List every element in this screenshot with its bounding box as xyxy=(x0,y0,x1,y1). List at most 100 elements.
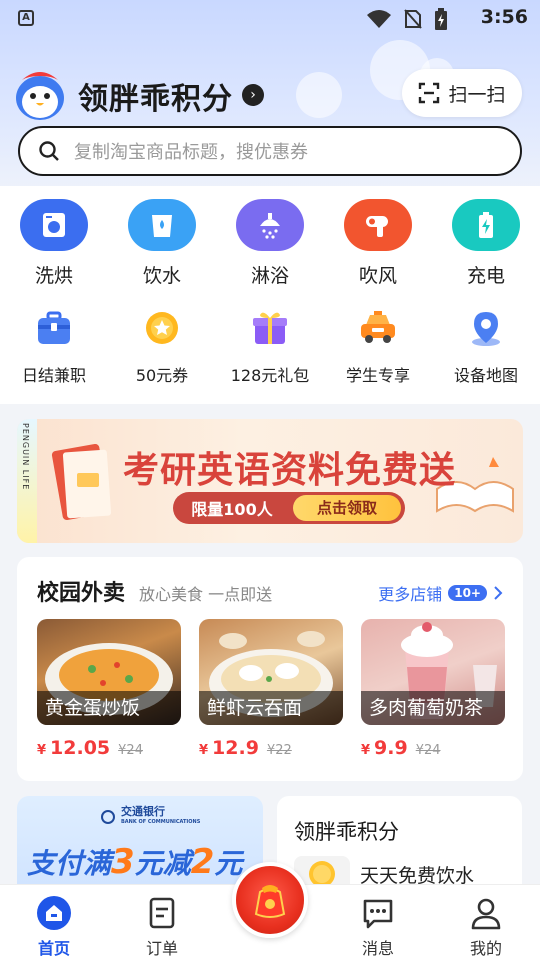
water-cup-icon xyxy=(128,199,196,251)
campus-takeout-card: 校园外卖 放心美食 一点即送 更多店铺 10+ 黄金蛋炒饭 ¥12.05 ¥24 … xyxy=(17,557,523,781)
shortcut-label: 学生专享 xyxy=(345,366,410,385)
points-card[interactable]: 领胖乖积分 天天免费饮水 xyxy=(277,796,522,896)
service-grid: 洗烘 饮水 淋浴 吹风 充电 xyxy=(0,199,540,288)
home-icon xyxy=(37,896,71,930)
promo-text: 支付满3元减2元 xyxy=(27,842,243,882)
points-card-title: 领胖乖积分 xyxy=(294,820,399,844)
coupon-medal-icon xyxy=(142,308,182,348)
service-label: 饮水 xyxy=(142,265,181,287)
shortcut-part-time[interactable]: 日结兼职 xyxy=(0,308,108,386)
banner-cta[interactable]: 限量100人 点击领取 xyxy=(173,492,405,524)
no-sim-icon xyxy=(404,9,422,29)
message-icon xyxy=(363,899,393,929)
food-price: 9.9 xyxy=(374,737,408,759)
app-indicator-icon: A xyxy=(18,10,34,26)
service-label: 淋浴 xyxy=(250,265,289,287)
currency-symbol: ¥ xyxy=(361,743,371,758)
promo-banner[interactable]: PENGUIN LIFE 考研英语资料免费送 限量100人 点击领取 xyxy=(17,419,523,543)
service-hair-dryer[interactable]: 吹风 xyxy=(324,199,432,288)
banner-side-strip: PENGUIN LIFE xyxy=(17,419,37,543)
taxi-icon xyxy=(358,308,398,348)
tab-label: 首页 xyxy=(37,939,70,958)
tab-home[interactable]: 首页 xyxy=(14,895,94,959)
shortcut-label: 日结兼职 xyxy=(21,366,86,385)
wifi-icon xyxy=(367,10,391,28)
app-title[interactable]: 领胖乖积分 xyxy=(78,74,233,118)
service-label: 洗烘 xyxy=(34,265,73,287)
shortcut-grid: 日结兼职 50元券 128元礼包 学生专享 设备地图 xyxy=(0,308,540,386)
bank-logo: 交通银行 BANK OF COMMUNICATIONS xyxy=(101,806,200,828)
tab-profile[interactable]: 我的 xyxy=(446,895,526,959)
food-price: 12.9 xyxy=(212,737,259,759)
service-water[interactable]: 饮水 xyxy=(108,199,216,288)
original-price: ¥24 xyxy=(118,743,143,758)
briefcase-icon xyxy=(34,308,74,348)
bank-name: 交通银行 xyxy=(121,805,165,818)
scan-button[interactable]: 扫一扫 xyxy=(402,69,522,117)
service-shower[interactable]: 淋浴 xyxy=(216,199,324,288)
more-stores-label: 更多店铺 xyxy=(378,585,443,604)
wonton-noodle-image: 鲜虾云吞面 xyxy=(199,619,343,725)
scan-icon xyxy=(419,82,440,104)
lucky-bag-icon xyxy=(254,885,286,918)
section-subtitle: 放心美食 一点即送 xyxy=(139,585,273,604)
chevron-right-icon[interactable]: › xyxy=(242,84,264,106)
original-price: ¥22 xyxy=(266,743,292,758)
search-placeholder: 复制淘宝商品标题，搜优惠券 xyxy=(74,142,308,163)
food-item[interactable]: 多肉葡萄奶茶 ¥9.9 ¥24 xyxy=(361,619,505,759)
shortcut-device-map[interactable]: 设备地图 xyxy=(432,308,540,386)
tab-messages[interactable]: 消息 xyxy=(338,895,418,959)
service-wash-dry[interactable]: 洗烘 xyxy=(0,199,108,288)
claim-button[interactable]: 点击领取 xyxy=(293,495,401,521)
scan-label: 扫一扫 xyxy=(448,83,506,106)
hair-dryer-icon xyxy=(344,199,412,251)
gift-box-icon xyxy=(250,308,290,348)
profile-icon xyxy=(471,898,501,930)
currency-symbol: ¥ xyxy=(37,743,47,758)
original-price: ¥24 xyxy=(415,743,441,758)
chevron-right-icon xyxy=(494,586,503,600)
grape-milk-tea-image: 多肉葡萄奶茶 xyxy=(361,619,505,725)
tab-label: 我的 xyxy=(469,939,502,958)
food-name: 多肉葡萄奶茶 xyxy=(361,691,505,725)
tab-label: 订单 xyxy=(145,939,178,958)
search-input[interactable]: 复制淘宝商品标题，搜优惠券 xyxy=(18,126,522,176)
shortcut-label: 50元券 xyxy=(135,366,189,385)
tab-label: 消息 xyxy=(361,939,394,958)
tab-orders[interactable]: 订单 xyxy=(122,895,202,959)
shortcut-student[interactable]: 学生专享 xyxy=(324,308,432,386)
shortcut-gift[interactable]: 128元礼包 xyxy=(216,308,324,386)
section-title: 校园外卖 xyxy=(37,581,126,606)
washer-icon xyxy=(20,199,88,251)
book-icon xyxy=(51,443,112,521)
food-price: 12.05 xyxy=(50,737,111,759)
service-charge[interactable]: 充电 xyxy=(432,199,540,288)
bank-promo-card[interactable]: 交通银行 BANK OF COMMUNICATIONS 支付满3元减2元 xyxy=(17,796,263,896)
search-icon xyxy=(39,141,59,161)
shower-icon xyxy=(236,199,304,251)
battery-charge-icon xyxy=(452,199,520,251)
bank-logo-icon xyxy=(101,810,115,824)
map-pin-icon xyxy=(466,308,506,348)
shortcut-label: 设备地图 xyxy=(453,366,518,385)
service-label: 吹风 xyxy=(358,265,397,287)
more-stores-link[interactable]: 更多店铺 10+ xyxy=(378,581,503,605)
penguin-mascot-icon xyxy=(16,72,64,120)
red-envelope-button[interactable] xyxy=(232,862,308,938)
food-item[interactable]: 黄金蛋炒饭 ¥12.05 ¥24 xyxy=(37,619,181,759)
battery-icon xyxy=(435,8,447,30)
clock: 3:56 xyxy=(480,6,528,28)
food-name: 鲜虾云吞面 xyxy=(199,691,343,725)
shortcut-coupon[interactable]: 50元券 xyxy=(108,308,216,386)
currency-symbol: ¥ xyxy=(199,743,209,758)
bank-name-en: BANK OF COMMUNICATIONS xyxy=(121,819,201,825)
order-list-icon xyxy=(149,897,175,929)
food-item[interactable]: 鲜虾云吞面 ¥12.9 ¥22 xyxy=(199,619,343,759)
banner-title: 考研英语资料免费送 xyxy=(123,450,457,491)
store-count-badge: 10+ xyxy=(448,585,487,601)
status-bar: A 3:56 xyxy=(0,0,540,36)
service-label: 充电 xyxy=(466,265,505,287)
fried-rice-image: 黄金蛋炒饭 xyxy=(37,619,181,725)
banner-limit: 限量100人 xyxy=(191,500,273,519)
food-name: 黄金蛋炒饭 xyxy=(37,691,181,725)
